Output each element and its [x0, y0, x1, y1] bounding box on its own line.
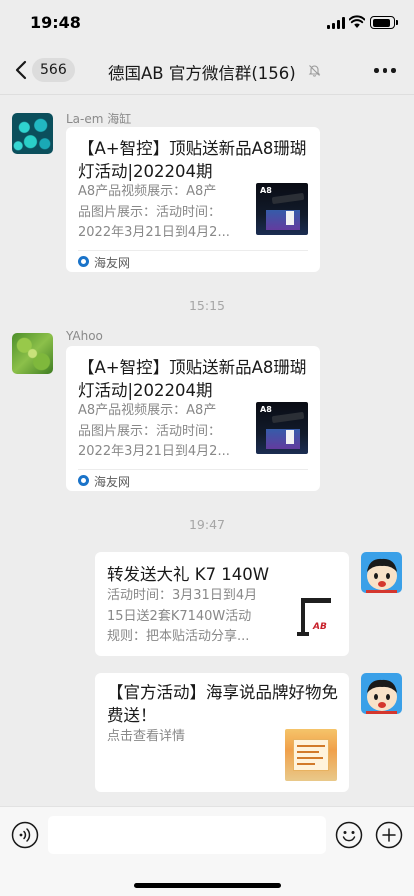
battery-icon — [370, 16, 395, 29]
cartoon-avatar[interactable] — [361, 552, 402, 593]
chat-header: 566 德国AB 官方微信群(156) — [0, 46, 414, 94]
card-thumbnail — [285, 729, 337, 781]
card-thumbnail: A8 — [256, 183, 308, 235]
card-divider — [78, 469, 308, 470]
cartoon-face-icon — [366, 679, 397, 714]
message-timestamp: 15:15 — [188, 298, 226, 313]
home-indicator — [134, 883, 281, 888]
thumbnail-logo: AB — [313, 622, 327, 632]
card-divider — [78, 250, 308, 251]
emoji-icon[interactable] — [335, 821, 363, 849]
card-title: 转发送大礼 K7 140W — [107, 565, 270, 584]
message-input[interactable] — [48, 816, 326, 854]
status-time: 19:48 — [30, 13, 81, 32]
unread-count-badge[interactable]: 566 — [32, 58, 75, 82]
source-name: 海友网 — [94, 256, 131, 270]
link-card[interactable]: 【A+智控】顶贴送新品A8珊瑚灯活动|202204期 A8产品视频展示：A8产 … — [66, 346, 320, 491]
cartoon-avatar[interactable] — [361, 673, 402, 714]
chevron-left-icon[interactable] — [14, 60, 28, 80]
card-description: 点击查看详情 — [107, 729, 186, 744]
sender-name: La-em 海缸 — [66, 112, 132, 126]
coral-avatar[interactable] — [12, 113, 53, 154]
card-title: 【A+智控】顶贴送新品A8珊瑚灯活动|202204期 — [78, 139, 307, 181]
more-dots-icon[interactable] — [374, 68, 396, 73]
page-title: 德国AB 官方微信群(156) — [108, 64, 296, 83]
sender-name: YAhoo — [66, 329, 103, 343]
cellular-signal-icon — [327, 17, 345, 29]
card-description: A8产品视频展示：A8产 品图片展示：活动时间： 2022年3月21日到4月2.… — [78, 184, 230, 240]
battery-cap — [396, 20, 398, 25]
wifi-icon — [349, 15, 365, 28]
message-timestamp: 19:47 — [188, 517, 226, 532]
leaf-avatar[interactable] — [12, 333, 53, 374]
status-bar: 19:48 — [0, 0, 414, 46]
card-description: 活动时间：3月31日到4月 15日送2套K7140W活动 规则：把本贴活动分享.… — [107, 588, 258, 644]
bell-off-icon — [308, 65, 321, 77]
voice-icon[interactable] — [11, 821, 39, 849]
thumbnail-label: A8 — [260, 186, 272, 195]
card-description: A8产品视频展示：A8产 品图片展示：活动时间： 2022年3月21日到4月2.… — [78, 403, 230, 459]
source-name: 海友网 — [94, 475, 131, 489]
link-card[interactable]: 转发送大礼 K7 140W 活动时间：3月31日到4月 15日送2套K7140W… — [95, 552, 349, 656]
card-thumbnail: AB — [285, 592, 337, 644]
thumbnail-label: A8 — [260, 405, 272, 414]
source-logo-icon — [78, 475, 89, 486]
link-card[interactable]: 【官方活动】海享说品牌好物免费送！ 点击查看详情 — [95, 673, 349, 792]
cartoon-face-icon — [366, 558, 397, 593]
header-divider — [0, 94, 414, 95]
source-logo-icon — [78, 256, 89, 267]
link-card[interactable]: 【A+智控】顶贴送新品A8珊瑚灯活动|202204期 A8产品视频展示：A8产 … — [66, 127, 320, 272]
card-thumbnail: A8 — [256, 402, 308, 454]
plus-icon[interactable] — [375, 821, 403, 849]
card-title: 【官方活动】海享说品牌好物免费送！ — [107, 683, 338, 725]
card-title: 【A+智控】顶贴送新品A8珊瑚灯活动|202204期 — [78, 358, 307, 400]
